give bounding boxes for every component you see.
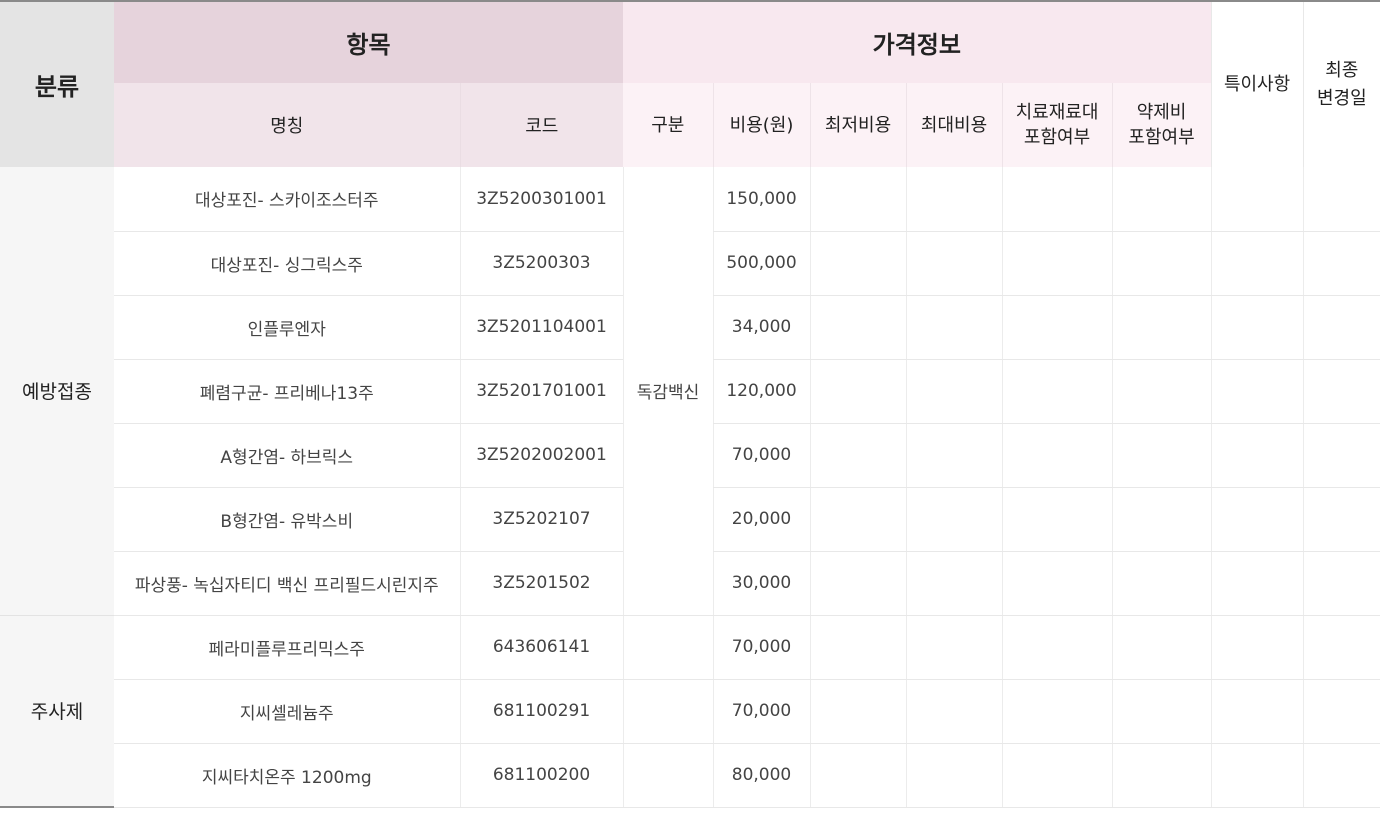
- category-cell: 예방접종: [0, 167, 114, 616]
- header-group-price: 가격정보: [623, 1, 1212, 83]
- row-name: 대상포진- 싱그릭스주: [114, 231, 460, 296]
- row-code: 3Z5201701001: [459, 359, 624, 424]
- header-category: 분류: [0, 1, 114, 167]
- price-table: 분류 항목 가격정보 특이사항 최종 변경일 명칭 코드 구분 비용(원) 최저…: [0, 0, 1380, 808]
- header-code: 코드: [459, 83, 624, 167]
- row-code: 3Z5200301001: [459, 167, 624, 232]
- row-cost: 70,000: [712, 679, 811, 744]
- header-min-cost: 최저비용: [809, 83, 907, 167]
- row-cost: 80,000: [712, 743, 811, 808]
- header-type: 구분: [623, 83, 714, 167]
- category-cell: 주사제: [0, 615, 114, 808]
- row-cost: 70,000: [712, 423, 811, 488]
- header-special: 특이사항: [1210, 1, 1304, 167]
- header-cost: 비용(원): [712, 83, 811, 167]
- row-code: 3Z5202002001: [459, 423, 624, 488]
- row-cost: 150,000: [712, 167, 811, 232]
- row-name: 지씨타치온주 1200mg: [114, 743, 460, 808]
- row-code: 3Z5201502: [459, 551, 624, 616]
- row-name: A형간염- 하브릭스: [114, 423, 460, 488]
- row-name: 페라미플루프리믹스주: [114, 615, 460, 680]
- row-name: 폐렴구균- 프리베나13주: [114, 359, 460, 424]
- type-cell: 독감백신: [622, 167, 714, 616]
- table-row: 지씨셀레늄주 681100291 70,000: [0, 679, 1380, 744]
- header-material-included: 치료재료대 포함여부: [1001, 83, 1113, 167]
- header-max-cost: 최대비용: [905, 83, 1003, 167]
- row-code: 681100200: [459, 743, 624, 808]
- header-drug-included: 약제비 포함여부: [1111, 83, 1212, 167]
- row-code: 3Z5202107: [459, 487, 624, 552]
- row-cost: 20,000: [712, 487, 811, 552]
- header-last-changed: 최종 변경일: [1302, 1, 1380, 167]
- table-row: 지씨타치온주 1200mg 681100200 80,000: [0, 743, 1380, 808]
- header-group-item: 항목: [114, 1, 624, 83]
- row-code: 3Z5201104001: [459, 295, 624, 360]
- row-code: 643606141: [459, 615, 624, 680]
- row-name: 파상풍- 녹십자티디 백신 프리필드시린지주: [114, 551, 460, 616]
- row-cost: 34,000: [712, 295, 811, 360]
- row-name: 지씨셀레늄주: [114, 679, 460, 744]
- row-code: 3Z5200303: [459, 231, 624, 296]
- row-cost: 500,000: [712, 231, 811, 296]
- row-name: 대상포진- 스카이조스터주: [114, 167, 460, 232]
- row-name: B형간염- 유박스비: [114, 487, 460, 552]
- table-row: 주사제 페라미플루프리믹스주 643606141 70,000: [0, 615, 1380, 808]
- row-cost: 70,000: [712, 615, 811, 680]
- row-name: 인플루엔자: [114, 295, 460, 360]
- row-code: 681100291: [459, 679, 624, 744]
- row-cost: 30,000: [712, 551, 811, 616]
- table-row: 예방접종 대상포진- 스카이조스터주 3Z5200301001 독감백신 150…: [0, 167, 1380, 616]
- row-cost: 120,000: [712, 359, 811, 424]
- header-name: 명칭: [114, 83, 460, 167]
